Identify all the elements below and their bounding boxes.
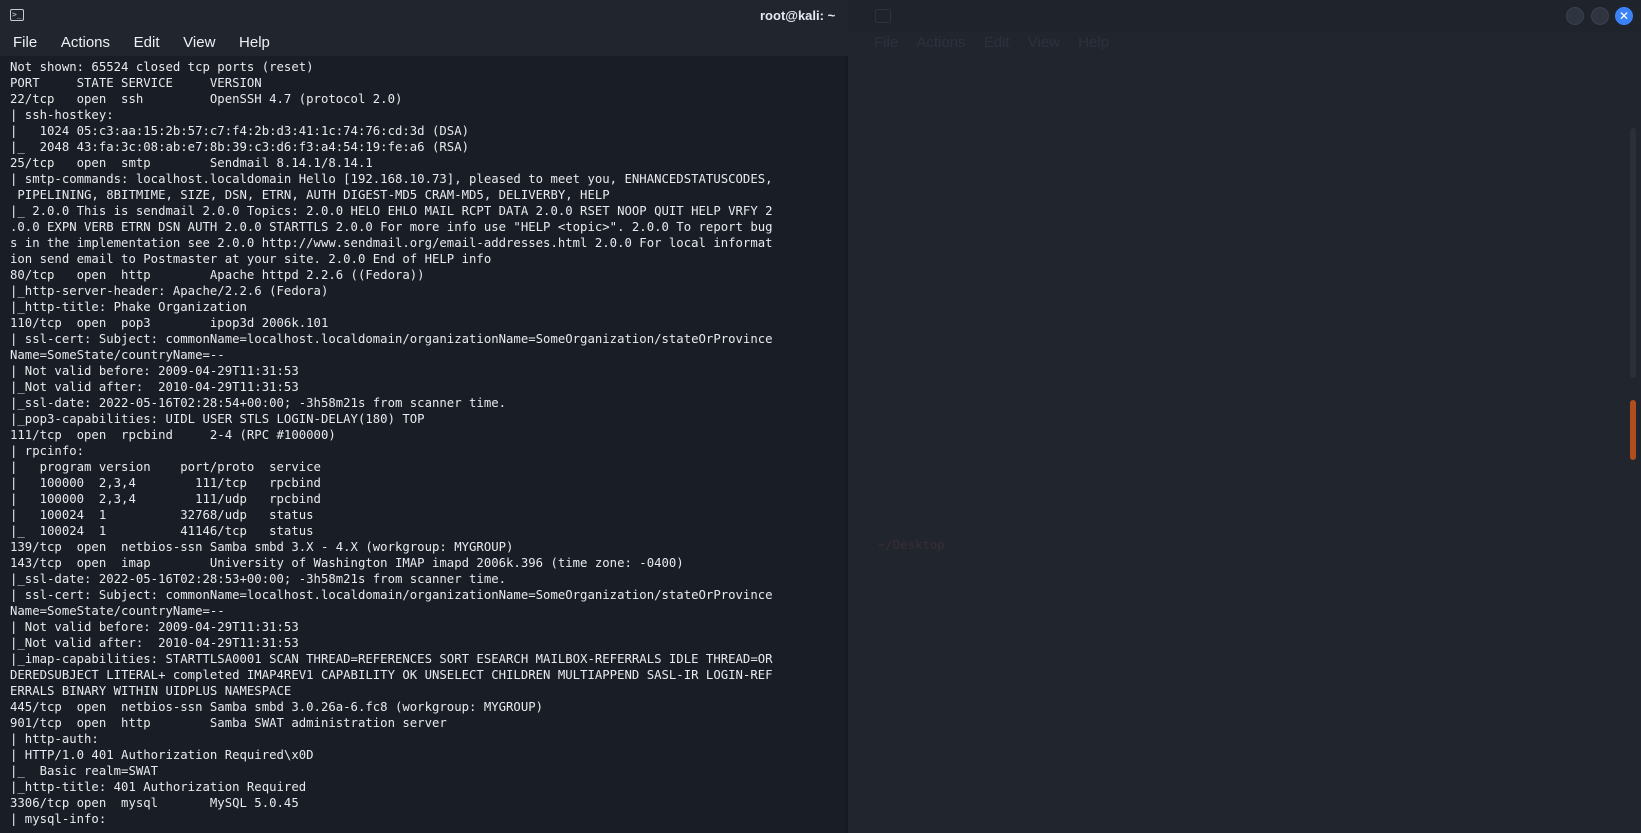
terminal-line: |_ 2048 43:fa:3c:08:ab:e7:8b:39:c3:d6:f3…	[10, 140, 470, 154]
terminal-line: s in the implementation see 2.0.0 http:/…	[10, 236, 773, 250]
terminal-line: | ssl-cert: Subject: commonName=localhos…	[10, 332, 773, 346]
terminal-line: 445/tcp open netbios-ssn Samba smbd 3.0.…	[10, 700, 544, 714]
terminal-line: |_ 100024 1 41146/tcp status	[10, 524, 314, 538]
terminal-line: 80/tcp open http Apache httpd 2.2.6 ((Fe…	[10, 268, 425, 282]
terminal-line: |_Not valid after: 2010-04-29T11:31:53	[10, 636, 299, 650]
maximize-button[interactable]	[1591, 7, 1609, 25]
terminal-line: Name=SomeState/countryName=--	[10, 604, 225, 618]
terminal-line: | ssh-hostkey:	[10, 108, 114, 122]
menu-edit[interactable]: Edit	[127, 34, 167, 51]
window-title: root@kali: ~	[760, 8, 836, 23]
terminal-line: |_http-title: Phake Organization	[10, 300, 247, 314]
terminal-line: | 100000 2,3,4 111/tcp rpcbind	[10, 476, 321, 490]
terminal-line: PORT STATE SERVICE VERSION	[10, 76, 262, 90]
terminal-line: |_http-title: 401 Authorization Required	[10, 780, 307, 794]
terminal-line: |_ 2.0.0 This is sendmail 2.0.0 Topics: …	[10, 204, 773, 218]
menubar: File Actions Edit View Help	[0, 32, 848, 56]
terminal-line: | rpcinfo:	[10, 444, 85, 458]
background-titlebar[interactable]: ✕	[848, 0, 1641, 32]
menu-actions[interactable]: Actions	[54, 34, 117, 51]
terminal-line: 3306/tcp open mysql MySQL 5.0.45	[10, 796, 299, 810]
titlebar[interactable]: >_ root@kali: ~	[0, 0, 848, 32]
terminal-line: 901/tcp open http Samba SWAT administrat…	[10, 716, 447, 730]
terminal-line: |_Not valid after: 2010-04-29T11:31:53	[10, 380, 299, 394]
terminal-icon: >_	[10, 9, 24, 21]
background-scrollbar-thumb[interactable]	[1630, 400, 1636, 460]
background-scrollbar-track[interactable]	[1630, 128, 1636, 378]
terminal-line: 139/tcp open netbios-ssn Samba smbd 3.X …	[10, 540, 514, 554]
terminal-line: | Not valid before: 2009-04-29T11:31:53	[10, 620, 299, 634]
background-terminal-window[interactable]: ✕ File Actions Edit View Help ~/Desktop	[848, 0, 1641, 833]
terminal-line: 143/tcp open imap University of Washingt…	[10, 556, 684, 570]
terminal-line: ion send email to Postmaster at your sit…	[10, 252, 492, 266]
terminal-line: | 1024 05:c3:aa:15:2b:57:c7:f4:2b:d3:41:…	[10, 124, 470, 138]
terminal-line: | HTTP/1.0 401 Authorization Required\x0…	[10, 748, 314, 762]
terminal-line: | ssl-cert: Subject: commonName=localhos…	[10, 588, 773, 602]
background-menubar: File Actions Edit View Help	[848, 32, 1641, 56]
terminal-line: DEREDSUBJECT LITERAL+ completed IMAP4REV…	[10, 668, 773, 682]
terminal-line: PIPELINING, 8BITMIME, SIZE, DSN, ETRN, A…	[10, 188, 610, 202]
terminal-line: |_ Basic realm=SWAT	[10, 764, 159, 778]
terminal-line: |_pop3-capabilities: UIDL USER STLS LOGI…	[10, 412, 425, 426]
window-divider	[846, 56, 848, 833]
terminal-line: |_ssl-date: 2022-05-16T02:28:54+00:00; -…	[10, 396, 507, 410]
terminal-line: | 100024 1 32768/udp status	[10, 508, 314, 522]
bg-menu-file[interactable]: File	[874, 34, 898, 51]
bg-menu-help[interactable]: Help	[1078, 34, 1109, 51]
bg-menu-view[interactable]: View	[1028, 34, 1060, 51]
terminal-output[interactable]: Not shown: 65524 closed tcp ports (reset…	[10, 59, 846, 833]
bg-menu-edit[interactable]: Edit	[984, 34, 1010, 51]
terminal-line: 25/tcp open smtp Sendmail 8.14.1/8.14.1	[10, 156, 373, 170]
close-icon: ✕	[1618, 9, 1630, 23]
terminal-line: 22/tcp open ssh OpenSSH 4.7 (protocol 2.…	[10, 92, 403, 106]
minimize-button[interactable]	[1566, 7, 1584, 25]
menu-help[interactable]: Help	[232, 34, 277, 51]
terminal-line: ERRALS BINARY WITHIN UIDPLUS NAMESPACE	[10, 684, 292, 698]
menu-file[interactable]: File	[6, 34, 44, 51]
menu-view[interactable]: View	[176, 34, 222, 51]
terminal-line: |_ssl-date: 2022-05-16T02:28:53+00:00; -…	[10, 572, 507, 586]
terminal-line: |_imap-capabilities: STARTTLSA0001 SCAN …	[10, 652, 773, 666]
bg-menu-actions[interactable]: Actions	[916, 34, 965, 51]
terminal-line: | smtp-commands: localhost.localdomain H…	[10, 172, 773, 186]
terminal-line: | mysql-info:	[10, 812, 107, 826]
terminal-line: 111/tcp open rpcbind 2-4 (RPC #100000)	[10, 428, 336, 442]
terminal-line: .0.0 EXPN VERB ETRN DSN AUTH 2.0.0 START…	[10, 220, 773, 234]
terminal-window[interactable]: >_ root@kali: ~ File Actions Edit View H…	[0, 0, 848, 833]
terminal-line: |_http-server-header: Apache/2.2.6 (Fedo…	[10, 284, 329, 298]
terminal-line: | 100000 2,3,4 111/udp rpcbind	[10, 492, 321, 506]
close-button[interactable]: ✕	[1615, 7, 1633, 25]
background-terminal-icon	[875, 9, 891, 23]
terminal-line: | program version port/proto service	[10, 460, 321, 474]
terminal-line: Not shown: 65524 closed tcp ports (reset…	[10, 60, 314, 74]
terminal-line: Name=SomeState/countryName=--	[10, 348, 225, 362]
terminal-line: | http-auth:	[10, 732, 99, 746]
terminal-line: | Not valid before: 2009-04-29T11:31:53	[10, 364, 299, 378]
terminal-line: 110/tcp open pop3 ipop3d 2006k.101	[10, 316, 329, 330]
background-prompt: ~/Desktop	[878, 538, 945, 552]
